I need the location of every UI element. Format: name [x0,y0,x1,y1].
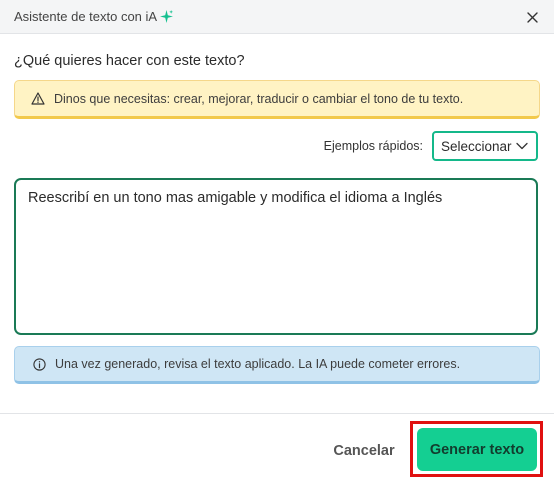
close-button[interactable] [524,9,540,25]
info-text: Una vez generado, revisa el texto aplica… [55,357,461,371]
quick-examples-select[interactable]: Seleccionar [432,131,538,161]
sparkle-icon [160,10,174,23]
quick-examples-selected-value: Seleccionar [441,138,512,154]
ai-text-assistant-dialog: Asistente de texto con iA ¿Qué quieres h… [0,0,554,489]
close-icon [526,11,538,23]
question-label: ¿Qué quieres hacer con este texto? [14,53,245,69]
cancel-button[interactable]: Cancelar [323,436,405,466]
dialog-header: Asistente de texto con iA [0,0,554,34]
prompt-textarea[interactable] [14,178,538,335]
footer-divider [0,413,554,414]
dialog-title: Asistente de texto con iA [14,9,158,24]
info-icon [33,357,46,371]
quick-examples-label: Ejemplos rápidos: [323,139,423,153]
warning-icon [31,92,45,105]
warning-alert: Dinos que necesitas: crear, mejorar, tra… [14,80,540,119]
generate-text-button[interactable]: Generar texto [417,428,537,471]
warning-text: Dinos que necesitas: crear, mejorar, tra… [54,91,464,106]
info-alert: Una vez generado, revisa el texto aplica… [14,346,540,384]
chevron-down-icon [516,142,528,150]
quick-examples-row: Ejemplos rápidos: Seleccionar [324,131,538,161]
